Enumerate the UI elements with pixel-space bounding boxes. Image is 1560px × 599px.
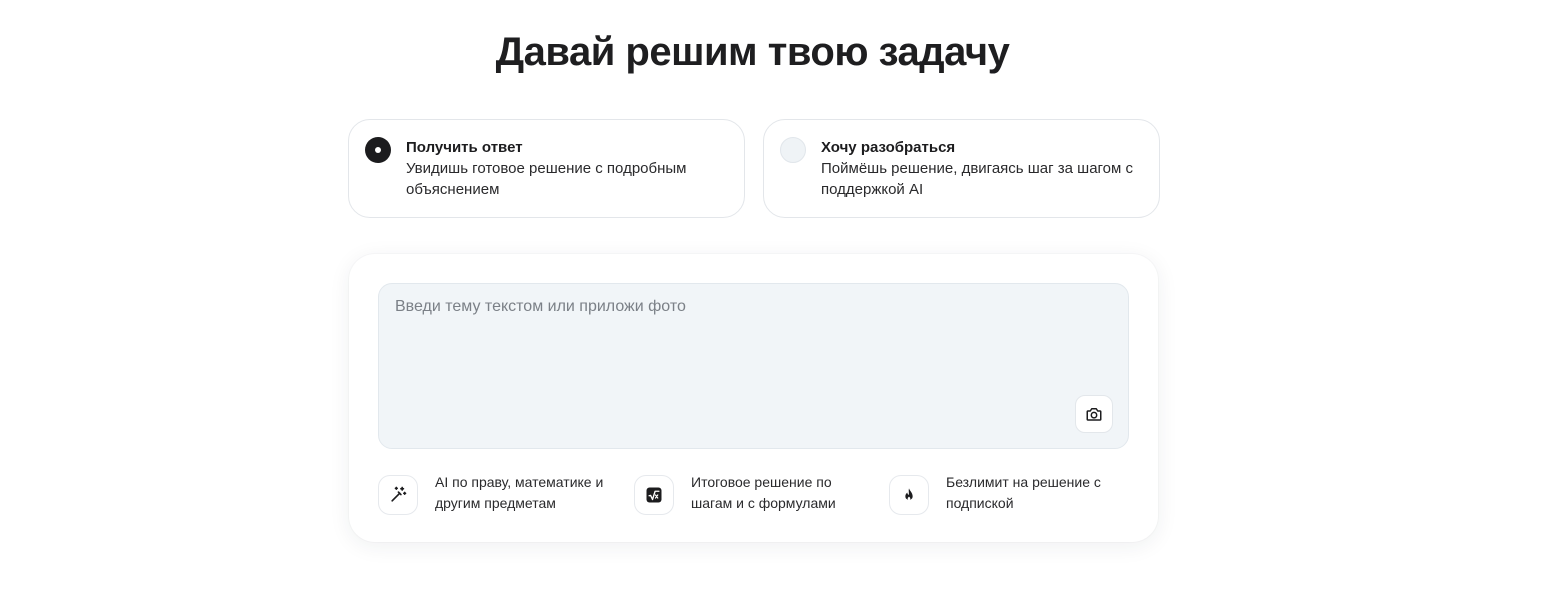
feature-text: AI по праву, математике и другим предмет…: [435, 474, 604, 511]
magic-wand-icon: [391, 486, 407, 502]
page-title: Давай решим твою задачу: [495, 30, 1010, 74]
feature-icon-box: [889, 475, 929, 515]
feature-item: AI по праву, математике и другим предмет…: [378, 472, 618, 518]
mode-option-description: Увидишь готовое решение с подробным объя…: [406, 160, 687, 198]
square-root-icon: [646, 487, 662, 503]
radio-selected-icon[interactable]: [365, 137, 391, 163]
mode-option-description: Поймёшь решение, двигаясь шаг за шагом с…: [821, 160, 1134, 198]
feature-icon-box: [634, 475, 674, 515]
task-input-wrapper: [378, 283, 1129, 449]
mode-option-title: Получить ответ: [406, 139, 523, 156]
mode-option-text: Получить ответ Увидишь готовое решение с…: [406, 138, 736, 200]
mode-option-text: Хочу разобраться Поймёшь решение, двигая…: [821, 138, 1151, 200]
camera-icon: [1086, 408, 1102, 421]
feature-item: Безлимит на решение с подпиской: [889, 472, 1129, 518]
mode-option-get-answer[interactable]: Получить ответ Увидишь готовое решение с…: [348, 119, 745, 218]
mode-option-title: Хочу разобраться: [821, 139, 956, 156]
mode-option-understand[interactable]: Хочу разобраться Поймёшь решение, двигая…: [763, 119, 1160, 218]
flame-icon: [905, 488, 913, 501]
task-input[interactable]: [379, 284, 1128, 448]
radio-unselected-icon[interactable]: [780, 137, 806, 163]
page: Давай решим твою задачу Получить ответ У…: [0, 0, 1560, 599]
feature-text: Итоговое решение по шагам и с формулами: [691, 474, 836, 511]
features-list: AI по праву, математике и другим предмет…: [378, 472, 1138, 518]
feature-item: Итоговое решение по шагам и с формулами: [634, 472, 874, 518]
attach-photo-button[interactable]: [1075, 395, 1113, 433]
mode-selector: Получить ответ Увидишь готовое решение с…: [348, 119, 1160, 219]
feature-icon-box: [378, 475, 418, 515]
task-input-card: AI по праву, математике и другим предмет…: [349, 254, 1158, 542]
feature-text: Безлимит на решение с подпиской: [946, 474, 1101, 511]
